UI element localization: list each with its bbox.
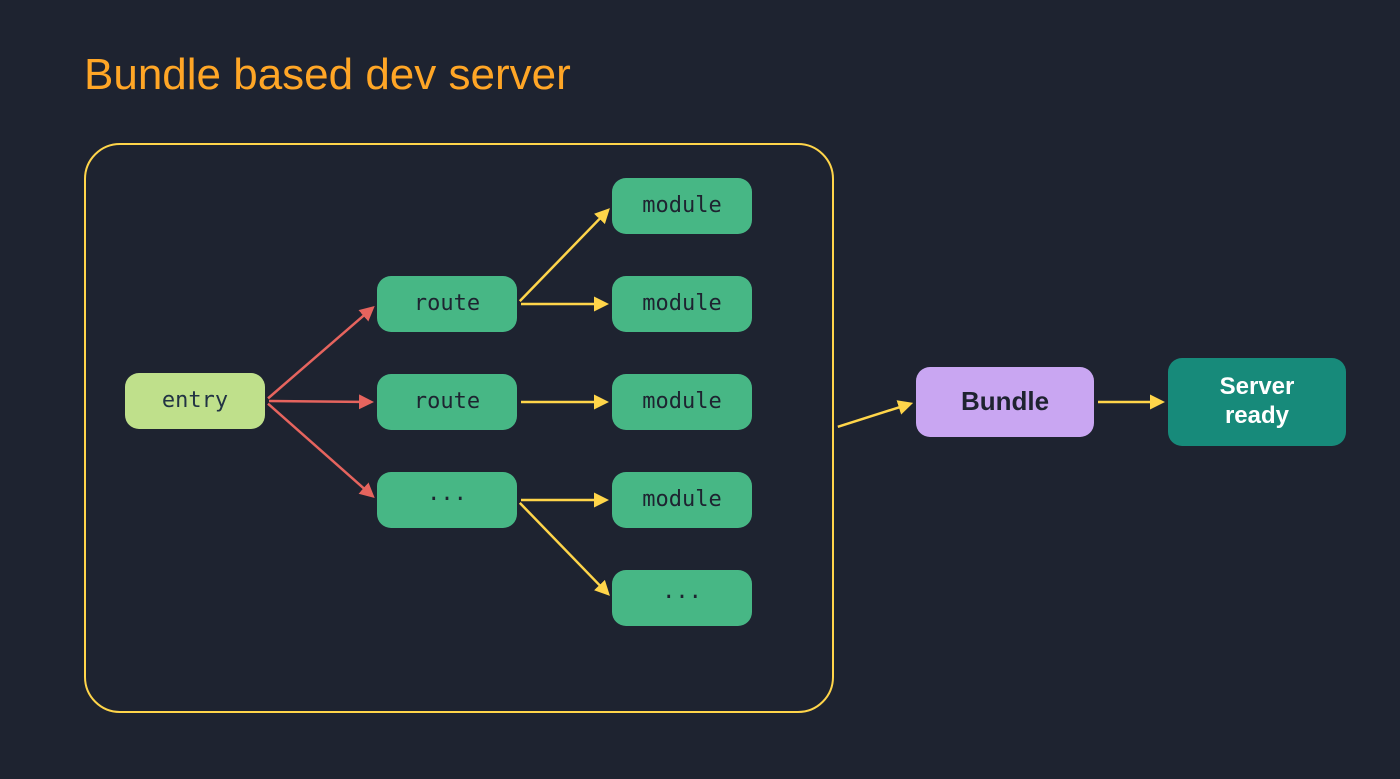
server-ready-node: Server ready — [1168, 358, 1346, 446]
entry-node: entry — [125, 373, 265, 429]
module-node-2: module — [612, 276, 752, 332]
diagram-title: Bundle based dev server — [84, 50, 571, 100]
bundle-node: Bundle — [916, 367, 1094, 437]
module-node-4: module — [612, 472, 752, 528]
module-node-1: module — [612, 178, 752, 234]
route-node-ellipsis: ··· — [377, 472, 517, 528]
module-node-ellipsis: ··· — [612, 570, 752, 626]
route-node-2: route — [377, 374, 517, 430]
route-node-1: route — [377, 276, 517, 332]
module-node-3: module — [612, 374, 752, 430]
arrow-frame_right-to-bundle — [838, 404, 910, 427]
